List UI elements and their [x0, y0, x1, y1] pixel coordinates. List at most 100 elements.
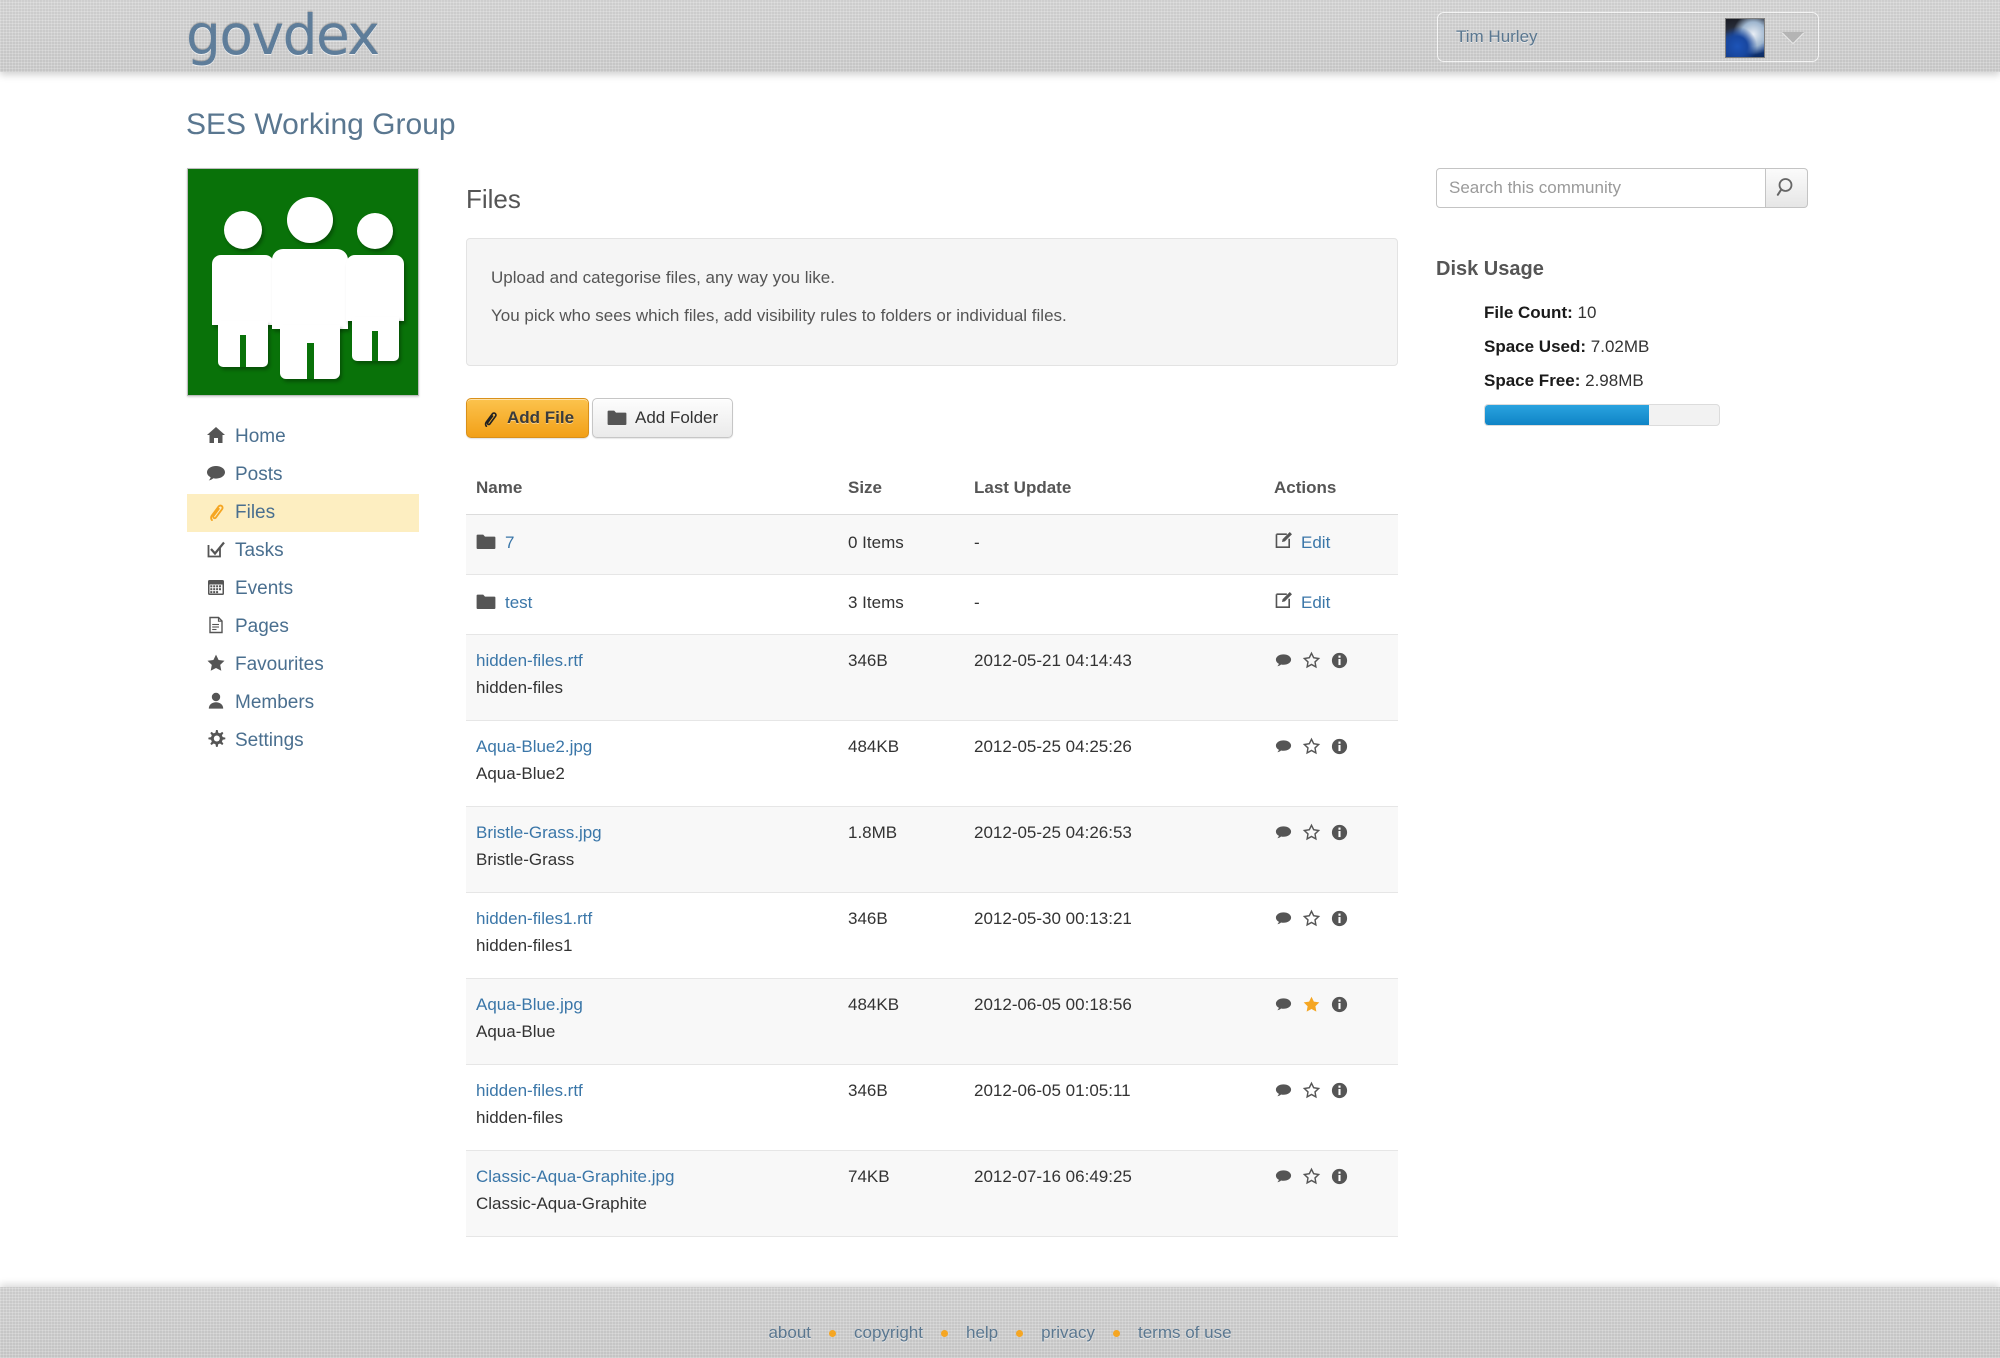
file-name-link[interactable]: Aqua-Blue2.jpg — [476, 737, 592, 756]
footer-links: about copyright help privacy terms of use — [0, 1323, 2000, 1343]
cell-last-update: 2012-05-25 04:26:53 — [974, 823, 1132, 842]
sidebar-item-label: Members — [235, 692, 315, 714]
sidebar-item-posts[interactable]: Posts — [187, 456, 419, 494]
file-name-link[interactable]: hidden-files.rtf — [476, 1081, 583, 1100]
sidebar-item-label: Posts — [235, 464, 283, 486]
edit-button[interactable]: Edit — [1274, 591, 1330, 615]
govdex-logo[interactable]: govdex — [186, 3, 380, 67]
sidebar-item-pages[interactable]: Pages — [187, 608, 419, 646]
star-icon[interactable] — [1302, 1081, 1321, 1100]
space-used-value: 7.02MB — [1590, 337, 1650, 356]
sidebar-item-label: Home — [235, 426, 286, 448]
sidebar-item-members[interactable]: Members — [187, 684, 419, 722]
files-table: Name Size Last Update Actions 7 0 Items - E… — [466, 472, 1398, 1237]
file-name-link[interactable]: hidden-files.rtf — [476, 651, 583, 670]
person-figure-left — [212, 211, 274, 367]
add-file-label: Add File — [507, 408, 575, 427]
sidebar-item-home[interactable]: Home — [187, 418, 419, 456]
comment-icon[interactable] — [1274, 1167, 1293, 1186]
info-panel: Upload and categorise files, any way you… — [466, 238, 1398, 366]
comment-icon[interactable] — [1274, 1081, 1293, 1100]
column-header-size: Size — [848, 478, 883, 497]
cell-last-update: - — [974, 593, 980, 612]
file-description: Aqua-Blue2 — [476, 764, 565, 783]
star-icon — [203, 646, 229, 684]
cell-actions — [1274, 1167, 1349, 1186]
info-icon[interactable] — [1330, 651, 1349, 670]
edit-label: Edit — [1301, 593, 1331, 612]
comment-icon[interactable] — [1274, 823, 1293, 842]
star-icon[interactable] — [1302, 909, 1321, 928]
folder-name-link[interactable]: test — [505, 593, 532, 612]
gear-icon — [203, 722, 229, 760]
footer-link-terms-of-use[interactable]: terms of use — [1120, 1323, 1250, 1343]
cell-size: 0 Items — [848, 533, 904, 552]
person-figure-right — [346, 213, 404, 361]
folder-icon — [476, 594, 496, 615]
cell-size: 346B — [848, 1081, 888, 1100]
cell-name: test — [476, 593, 532, 615]
chevron-down-icon[interactable] — [1782, 32, 1804, 43]
files-heading: Files — [466, 184, 521, 214]
search-button[interactable] — [1766, 168, 1808, 208]
sidebar-item-label: Tasks — [235, 540, 284, 562]
file-name-link[interactable]: hidden-files1.rtf — [476, 909, 592, 928]
info-icon[interactable] — [1330, 737, 1349, 756]
comment-icon[interactable] — [1274, 995, 1293, 1014]
footer-link-copyright[interactable]: copyright — [836, 1323, 941, 1343]
checkbox-icon — [203, 532, 229, 570]
footer-link-privacy[interactable]: privacy — [1023, 1323, 1113, 1343]
star-icon[interactable] — [1302, 737, 1321, 756]
edit-button[interactable]: Edit — [1274, 531, 1330, 555]
info-icon[interactable] — [1330, 995, 1349, 1014]
search-input[interactable] — [1436, 168, 1766, 208]
table-row: test 3 Items - Edit — [466, 575, 1398, 635]
add-folder-button[interactable]: Add Folder — [592, 398, 734, 438]
page-title: SES Working Group — [186, 108, 456, 141]
add-folder-label: Add Folder — [635, 408, 719, 427]
cell-name: hidden-files.rtf hidden-files — [476, 651, 583, 698]
file-count-label: File Count: — [1484, 303, 1573, 322]
footer-link-about[interactable]: about — [750, 1323, 829, 1343]
cell-name: hidden-files.rtf hidden-files — [476, 1081, 583, 1128]
cell-size: 74KB — [848, 1167, 890, 1186]
cell-name: Classic-Aqua-Graphite.jpg Classic-Aqua-Gr… — [476, 1167, 674, 1214]
table-header-row: Name Size Last Update Actions — [466, 472, 1398, 515]
sidebar-item-events[interactable]: Events — [187, 570, 419, 608]
sidebar-item-favourites[interactable]: Favourites — [187, 646, 419, 684]
file-description: hidden-files1 — [476, 936, 573, 955]
cell-name: 7 — [476, 533, 514, 555]
comment-icon[interactable] — [1274, 909, 1293, 928]
info-icon[interactable] — [1330, 1081, 1349, 1100]
comment-icon[interactable] — [1274, 651, 1293, 670]
file-description: hidden-files — [476, 1108, 563, 1127]
table-row: Aqua-Blue.jpg Aqua-Blue 484KB 2012-06-05 00… — [466, 979, 1398, 1065]
info-icon[interactable] — [1330, 1167, 1349, 1186]
sidebar-nav: Home Posts Files Tasks Events Pages Favo… — [187, 418, 419, 760]
cell-last-update: 2012-05-21 04:14:43 — [974, 651, 1132, 670]
star-icon[interactable] — [1302, 995, 1321, 1014]
sidebar-item-files[interactable]: Files — [187, 494, 419, 532]
star-icon[interactable] — [1302, 823, 1321, 842]
info-icon[interactable] — [1330, 909, 1349, 928]
folder-name-link[interactable]: 7 — [505, 533, 514, 552]
info-icon[interactable] — [1330, 823, 1349, 842]
disk-usage-title: Disk Usage — [1436, 258, 1544, 280]
cell-name: Bristle-Grass.jpg Bristle-Grass — [476, 823, 602, 870]
add-file-button[interactable]: Add File — [466, 398, 590, 438]
star-icon[interactable] — [1302, 651, 1321, 670]
user-menu[interactable]: Tim Hurley — [1437, 12, 1819, 62]
file-count-value: 10 — [1577, 303, 1597, 322]
star-icon[interactable] — [1302, 1167, 1321, 1186]
file-name-link[interactable]: Bristle-Grass.jpg — [476, 823, 602, 842]
sidebar-item-tasks[interactable]: Tasks — [187, 532, 419, 570]
cell-name: hidden-files1.rtf hidden-files1 — [476, 909, 592, 956]
disk-usage-progress-fill — [1485, 405, 1649, 425]
info-text-line-1: Upload and categorise files, any way you… — [491, 268, 835, 287]
comment-icon[interactable] — [1274, 737, 1293, 756]
file-name-link[interactable]: Aqua-Blue.jpg — [476, 995, 583, 1014]
footer-link-help[interactable]: help — [948, 1323, 1016, 1343]
sidebar-item-settings[interactable]: Settings — [187, 722, 419, 760]
file-name-link[interactable]: Classic-Aqua-Graphite.jpg — [476, 1167, 674, 1186]
cell-last-update: 2012-06-05 00:18:56 — [974, 995, 1132, 1014]
